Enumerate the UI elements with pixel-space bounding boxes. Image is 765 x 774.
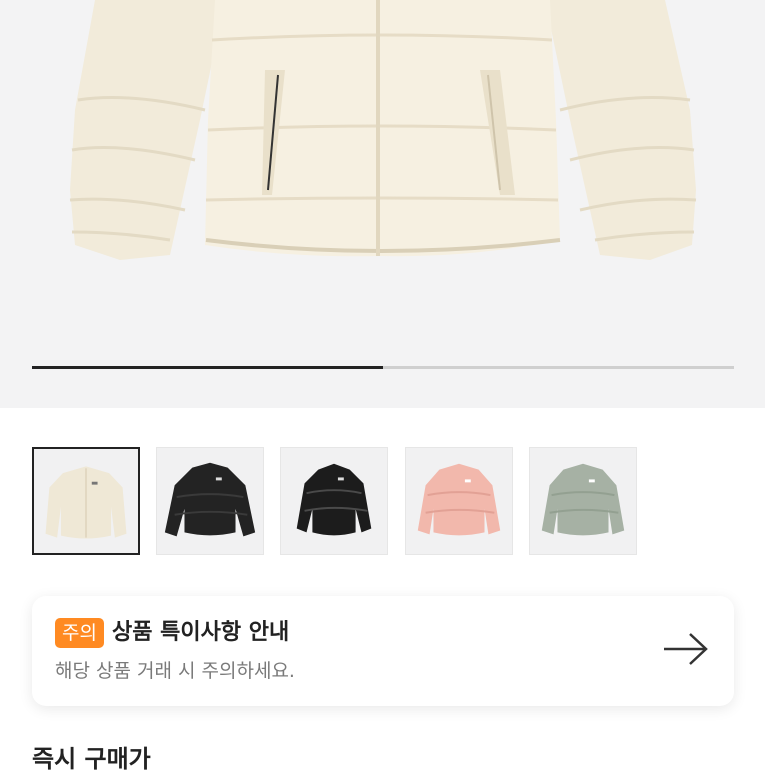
thumb-black-glossy-jacket[interactable]	[280, 447, 388, 555]
puffer-jacket-image	[69, 0, 697, 260]
black-glossy-jacket-thumbnail-image	[296, 463, 372, 536]
pink-jacket-thumbnail-image	[417, 463, 501, 536]
product-image-hero[interactable]	[0, 0, 765, 408]
thumb-pink-jacket[interactable]	[405, 447, 513, 555]
notice-subtitle: 해당 상품 거래 시 주의하세요.	[55, 660, 295, 682]
ivory-jacket-thumbnail-image	[45, 466, 127, 539]
gallery-progress-fill	[32, 366, 383, 369]
product-notice-card[interactable]: 주의 상품 특이사항 안내 해당 상품 거래 시 주의하세요.	[32, 596, 734, 706]
sage-jacket-thumbnail-image	[541, 463, 625, 536]
thumb-sage-jacket[interactable]	[529, 447, 637, 555]
thumb-ivory-jacket[interactable]	[32, 447, 140, 555]
thumb-black-matte-jacket[interactable]	[156, 447, 264, 555]
arrow-right-icon[interactable]	[662, 631, 710, 667]
black-matte-jacket-thumbnail-image	[164, 462, 256, 537]
gallery-progress-track	[32, 366, 734, 369]
caution-badge: 주의	[55, 618, 104, 648]
instant-buy-price-label: 즉시 구매가	[32, 745, 151, 773]
notice-title: 상품 특이사항 안내	[112, 620, 290, 645]
